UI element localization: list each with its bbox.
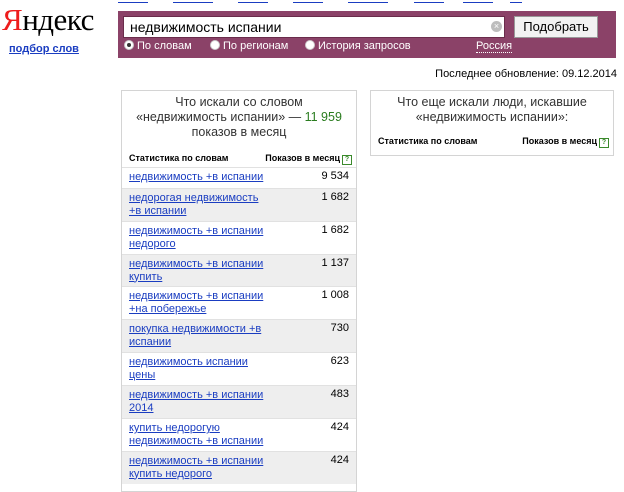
top-link-2[interactable] bbox=[173, 0, 213, 3]
count-value: 623 bbox=[330, 355, 349, 367]
wordstat-link[interactable]: подбор слов bbox=[9, 43, 79, 55]
search-input[interactable] bbox=[123, 16, 505, 38]
count-value: 9 534 bbox=[321, 170, 349, 182]
mode-by-words[interactable]: По словам bbox=[124, 40, 192, 52]
top-link-5[interactable] bbox=[348, 0, 388, 3]
keyword-link[interactable]: купить недорогую недвижимость +в испании bbox=[129, 422, 269, 447]
top-link-1[interactable] bbox=[118, 0, 148, 3]
total-count: 11 959 bbox=[304, 110, 342, 124]
count-value: 424 bbox=[330, 454, 349, 466]
count-value: 424 bbox=[330, 421, 349, 433]
count-value: 1 137 bbox=[321, 257, 349, 269]
panel-title: Что искали со словом «недвижимость испан… bbox=[136, 95, 342, 139]
keyword-link[interactable]: покупка недвижимости +в испании bbox=[129, 323, 269, 348]
count-value: 730 bbox=[330, 322, 349, 334]
table-row: недвижимость +в испании недорого 1 682 bbox=[122, 221, 356, 254]
table-row: недвижимость +в испании 9 534 bbox=[122, 167, 356, 188]
top-link-4[interactable] bbox=[293, 0, 323, 3]
help-icon[interactable]: ? bbox=[342, 155, 352, 165]
top-link-7[interactable] bbox=[463, 0, 493, 3]
table-row: недвижимость +в испании купить 1 137 bbox=[122, 254, 356, 286]
yandex-logo[interactable]: Яндекс bbox=[2, 4, 94, 36]
table-row: покупка недвижимости +в испании 730 bbox=[122, 319, 356, 352]
search-bar: × Подобрать По словам По регионам Истори… bbox=[118, 11, 616, 58]
col-keyword-header: Статистика по словам bbox=[129, 153, 229, 163]
keyword-table: недвижимость +в испании 9 534 недорогая … bbox=[122, 167, 356, 484]
keyword-link[interactable]: недвижимость +в испании недорого bbox=[129, 225, 269, 250]
table-row: недвижимость +в испании 2014 483 bbox=[122, 385, 356, 418]
radio-icon bbox=[305, 40, 315, 50]
region-link[interactable]: Россия bbox=[476, 40, 513, 53]
radio-icon bbox=[210, 40, 220, 50]
count-value: 1 682 bbox=[321, 191, 349, 203]
help-icon[interactable]: ? bbox=[599, 138, 609, 148]
clear-icon[interactable]: × bbox=[491, 21, 502, 32]
top-link-6[interactable] bbox=[414, 0, 444, 3]
keyword-link[interactable]: недвижимость +в испании bbox=[129, 171, 269, 184]
also-searched-panel: Что еще искали люди, искавшие «недвижимо… bbox=[370, 90, 614, 156]
top-links-strip bbox=[118, 0, 538, 4]
keyword-link[interactable]: недвижимость +в испании +на побережье bbox=[129, 290, 269, 315]
col-count-header: Показов в месяц? bbox=[265, 153, 352, 165]
last-updated: Последнее обновление: 09.12.2014 bbox=[435, 68, 617, 80]
count-value: 1 008 bbox=[321, 289, 349, 301]
table-row: недвижимость испании цены 623 bbox=[122, 352, 356, 385]
table-header: Статистика по словам Показов в месяц? bbox=[371, 136, 613, 150]
count-value: 483 bbox=[330, 388, 349, 400]
keyword-link[interactable]: недвижимость +в испании 2014 bbox=[129, 389, 269, 414]
keyword-link[interactable]: недвижимость +в испании купить недорого bbox=[129, 455, 269, 480]
submit-button[interactable]: Подобрать bbox=[514, 16, 598, 38]
mode-by-regions[interactable]: По регионам bbox=[210, 40, 288, 52]
table-row: недвижимость +в испании купить недорого … bbox=[122, 451, 356, 484]
keyword-link[interactable]: недорогая недвижимость +в испании bbox=[129, 192, 269, 217]
panel-title: Что еще искали люди, искавшие «недвижимо… bbox=[397, 95, 587, 124]
related-words-panel: Что искали со словом «недвижимость испан… bbox=[121, 90, 357, 492]
top-link-8[interactable] bbox=[510, 0, 522, 3]
count-value: 1 682 bbox=[321, 224, 349, 236]
table-header: Статистика по словам Показов в месяц? bbox=[122, 153, 356, 167]
logo-first-letter: Я bbox=[2, 2, 23, 37]
radio-selected-icon bbox=[124, 40, 134, 50]
table-row: недорогая недвижимость +в испании 1 682 bbox=[122, 188, 356, 221]
keyword-link[interactable]: недвижимость испании цены bbox=[129, 356, 269, 381]
logo-rest: ндекс bbox=[22, 2, 94, 37]
top-link-3[interactable] bbox=[238, 0, 268, 3]
keyword-link[interactable]: недвижимость +в испании купить bbox=[129, 258, 269, 283]
col-keyword-header: Статистика по словам bbox=[378, 136, 478, 146]
table-row: купить недорогую недвижимость +в испании… bbox=[122, 418, 356, 451]
mode-history[interactable]: История запросов bbox=[305, 40, 411, 52]
table-row: недвижимость +в испании +на побережье 1 … bbox=[122, 286, 356, 319]
col-count-header: Показов в месяц? bbox=[522, 136, 609, 148]
